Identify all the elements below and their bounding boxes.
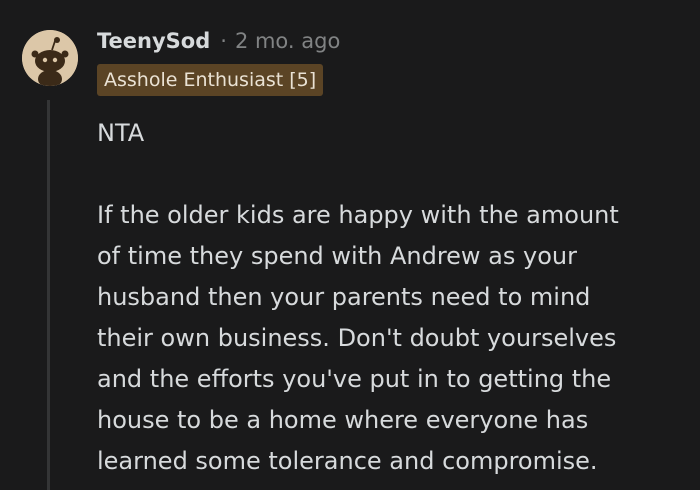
- comment-text-line: NTA: [97, 119, 145, 147]
- user-flair: Asshole Enthusiast [5]: [97, 64, 324, 96]
- comment-timestamp[interactable]: 2 mo. ago: [235, 29, 340, 53]
- thread-line[interactable]: [47, 100, 50, 490]
- comment-text-line: of time they spend with Andrew as your: [97, 242, 577, 270]
- comment-text-line: If the older kids are happy with the amo…: [97, 201, 619, 229]
- comment-header: TeenySod · 2 mo. ago: [97, 26, 340, 56]
- comment: TeenySod · 2 mo. ago Asshole Enthusiast …: [0, 0, 700, 490]
- username-link[interactable]: TeenySod: [97, 29, 210, 53]
- comment-text-line: learned some tolerance and compromise.: [97, 447, 598, 475]
- comment-paragraph: NTA: [97, 113, 687, 154]
- comment-paragraph: If the older kids are happy with the amo…: [97, 195, 687, 482]
- comment-text-line: house to be a home where everyone has: [97, 406, 589, 434]
- meta-separator: ·: [220, 29, 227, 53]
- comment-text-line: and the efforts you've put in to getting…: [97, 365, 612, 393]
- user-avatar[interactable]: [22, 30, 78, 86]
- snoo-avatar-icon: [22, 30, 78, 86]
- comment-body: NTA If the older kids are happy with the…: [97, 113, 687, 482]
- comment-text-line: husband then your parents need to mind: [97, 283, 591, 311]
- comment-text-line: their own business. Don't doubt yourselv…: [97, 324, 617, 352]
